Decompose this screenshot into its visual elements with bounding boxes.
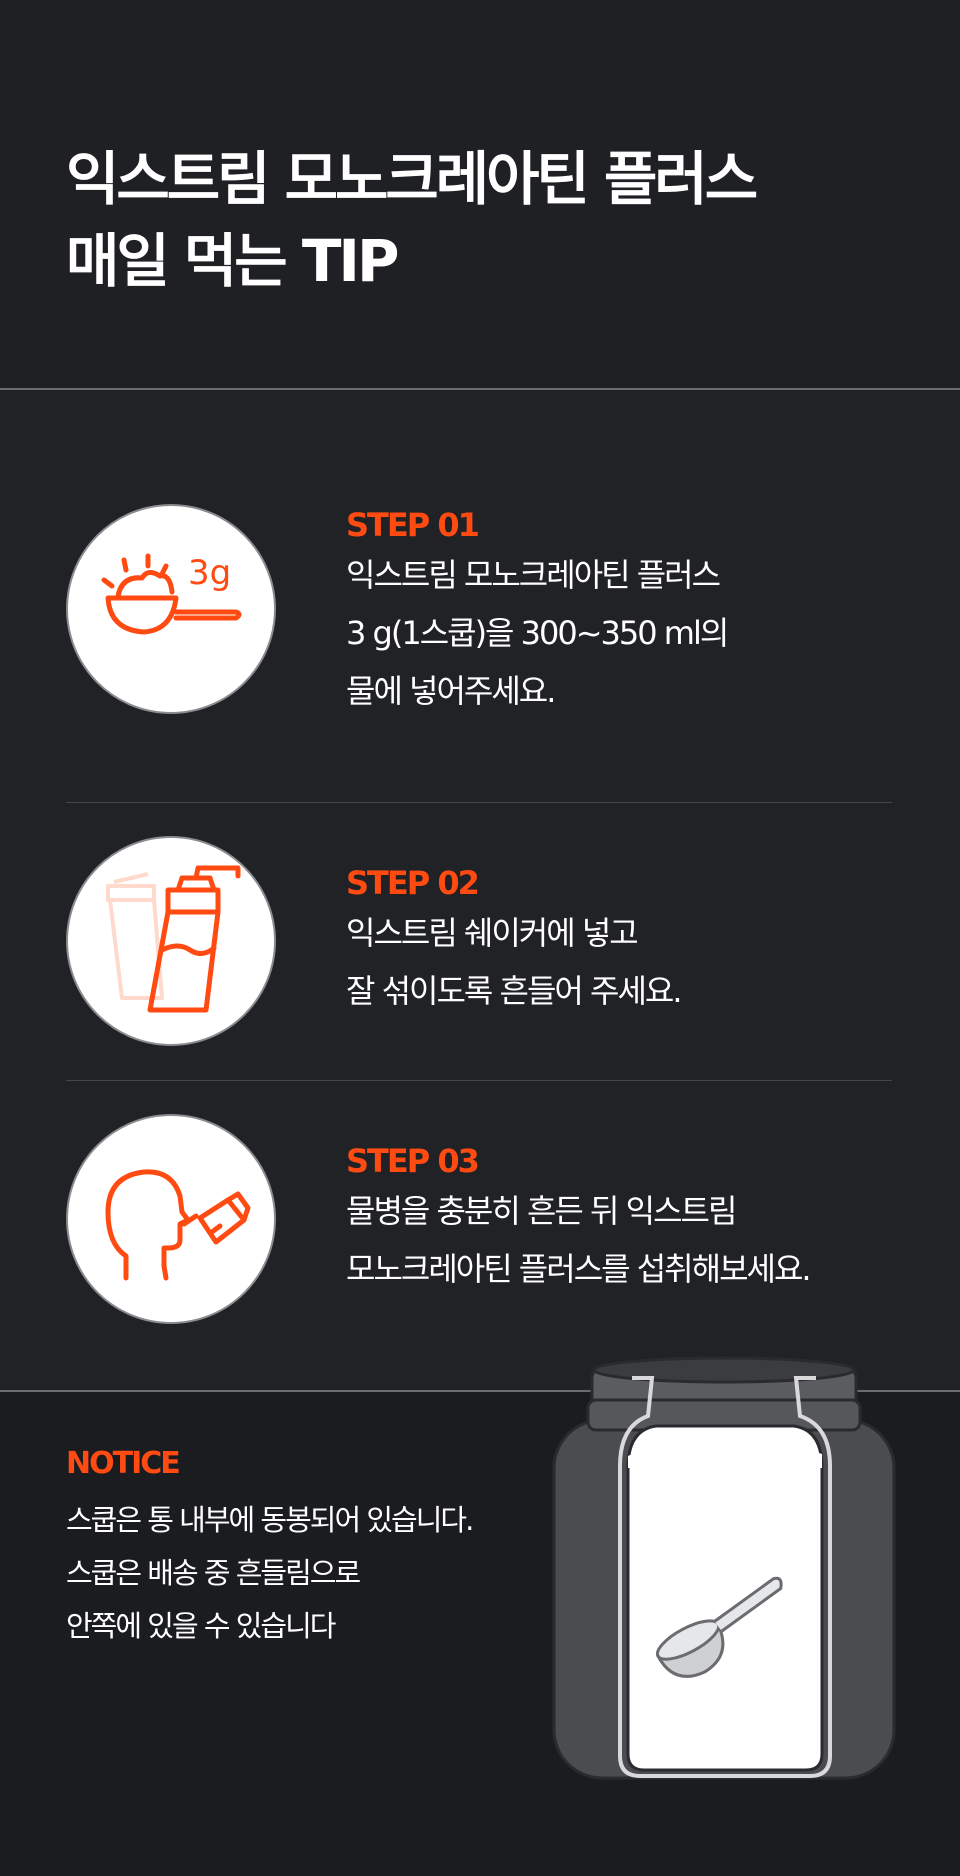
header: 익스트림 모노크레아틴 플러스 매일 먹는 TIP <box>0 0 960 389</box>
step-03-label: STEP 03 <box>346 1142 480 1180</box>
step-separator-1 <box>66 802 892 803</box>
title-line-2: 매일 먹는 TIP <box>66 227 399 295</box>
step-03-line-2: 모노크레아틴 플러스를 섭취해보세요. <box>346 1250 812 1288</box>
notice-label: NOTICE <box>66 1446 181 1481</box>
step-02-label: STEP 02 <box>346 864 480 902</box>
step-01-text: 익스트림 모노크레아틴 플러스 3 g(1스쿱)을 300~350 ml의 물에… <box>346 546 729 720</box>
step-01-line-1: 익스트림 모노크레아틴 플러스 <box>346 556 721 594</box>
step-01-label: STEP 01 <box>346 506 480 544</box>
step-03-text: 물병을 충분히 흔든 뒤 익스트림 모노크레아틴 플러스를 섭취해보세요. <box>346 1182 812 1298</box>
step-02-text: 익스트림 쉐이커에 넣고 잘 섞이도록 흔들어 주세요. <box>346 904 683 1020</box>
shaker-icon <box>106 865 241 1013</box>
page-title: 익스트림 모노크레아틴 플러스 매일 먹는 TIP <box>66 138 926 302</box>
scoop-amount-text: 3g <box>188 553 231 593</box>
notice-line-2: 스쿱은 배송 중 흔들림으로 <box>66 1556 361 1590</box>
step-01-line-2: 3 g(1스쿱)을 300~350 ml의 <box>346 614 729 652</box>
title-line-1: 익스트림 모노크레아틴 플러스 <box>66 145 758 213</box>
drinking-person-icon <box>105 1169 251 1281</box>
notice-line-3: 안쪽에 있을 수 있습니다 <box>66 1609 336 1643</box>
step-02-circle <box>66 836 276 1046</box>
step-01-circle: 3g <box>66 504 276 714</box>
steps-section: 3g STEP 01 익스트림 모노크레아틴 플러스 3 g(1스쿱)을 300… <box>0 390 960 1390</box>
step-03-circle <box>66 1114 276 1324</box>
step-separator-2 <box>66 1080 892 1081</box>
step-02-line-1: 익스트림 쉐이커에 넣고 <box>346 914 639 952</box>
notice-text: 스쿱은 통 내부에 동봉되어 있습니다. 스쿱은 배송 중 흔들림으로 안쪽에 … <box>66 1494 474 1653</box>
step-01-line-3: 물에 넣어주세요. <box>346 672 556 710</box>
page: 익스트림 모노크레아틴 플러스 매일 먹는 TIP 3g STEP 01 익스트… <box>0 0 960 1876</box>
notice-line-1: 스쿱은 통 내부에 동봉되어 있습니다. <box>66 1503 474 1537</box>
jar-with-scoop-icon <box>552 1356 896 1780</box>
scoop-icon: 3g <box>101 553 242 635</box>
step-02-line-2: 잘 섞이도록 흔들어 주세요. <box>346 972 683 1010</box>
step-03-line-1: 물병을 충분히 흔든 뒤 익스트림 <box>346 1192 737 1230</box>
